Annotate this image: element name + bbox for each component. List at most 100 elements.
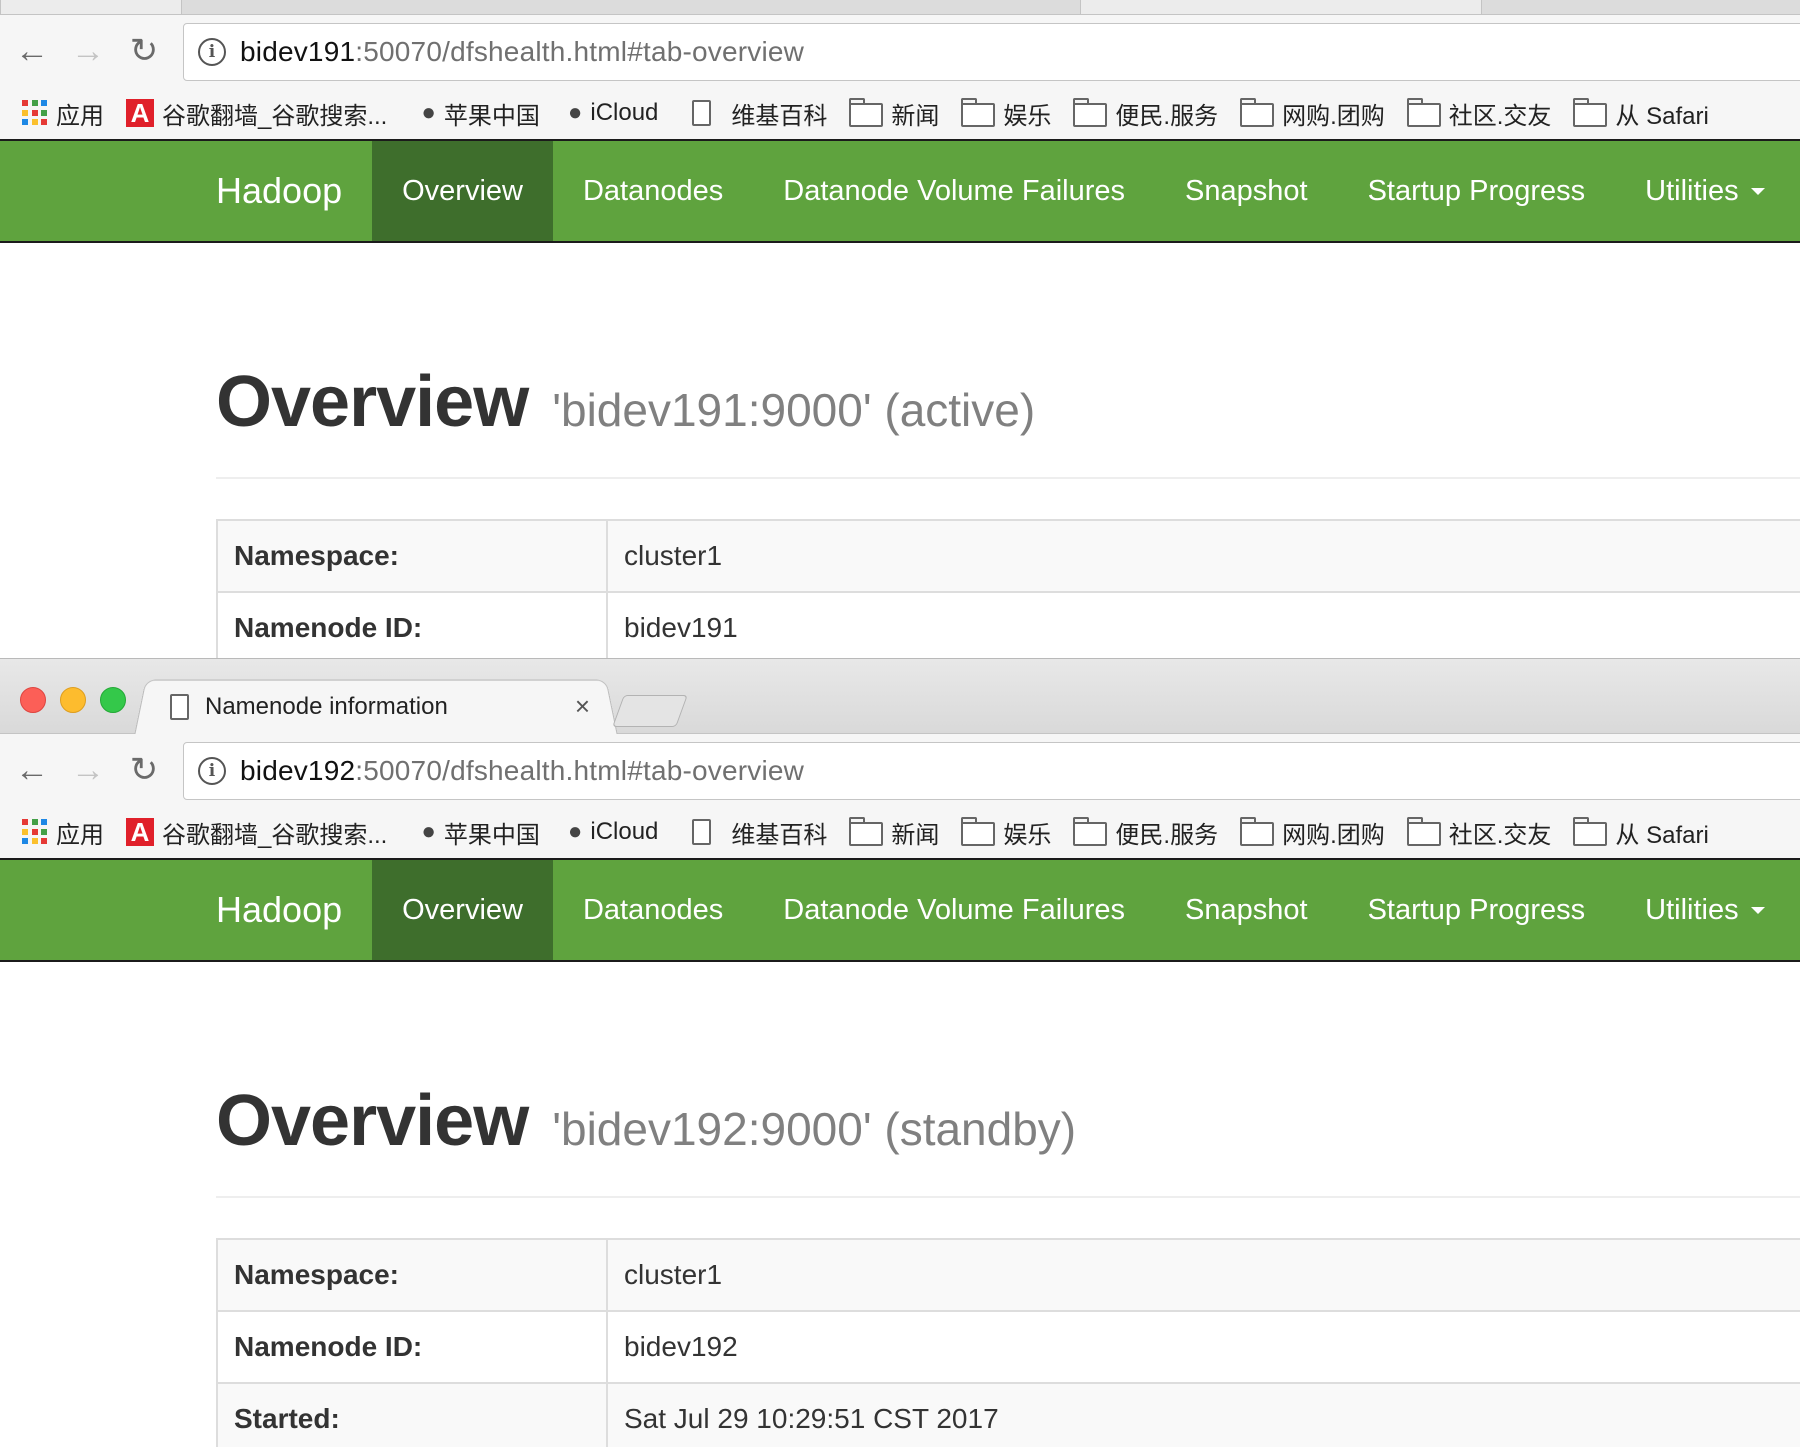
url-path: :50070/dfshealth.html#tab-overview: [355, 36, 805, 67]
table-row: Namespace: cluster1: [216, 1238, 1800, 1312]
folder-icon: [1240, 98, 1275, 127]
nav-startup-progress[interactable]: Startup Progress: [1338, 860, 1616, 960]
bookmark-folder-services[interactable]: 便民.服务: [1073, 815, 1218, 850]
bookmark-apps[interactable]: 应用: [22, 815, 104, 850]
browser-toolbar: ← → ↻ i bidev191:50070/dfshealth.html#ta…: [0, 15, 1800, 87]
bookmark-folder-news[interactable]: 新闻: [849, 815, 939, 850]
bookmark-google-proxy[interactable]: A 谷歌翻墙_谷歌搜索...: [126, 96, 387, 131]
overview-table: Namespace: cluster1 Namenode ID: bidev191: [216, 519, 1800, 660]
nav-datanodes[interactable]: Datanodes: [553, 141, 753, 241]
a-logo-icon: A: [126, 818, 154, 846]
overview-table: Namespace: cluster1 Namenode ID: bidev192 …: [216, 1238, 1800, 1447]
nav-utilities[interactable]: Utilities: [1615, 860, 1794, 960]
row-value: Sat Jul 29 10:29:51 CST 2017: [606, 1382, 1800, 1447]
browser-tab-1[interactable]: [0, 0, 182, 14]
bookmark-folder-community[interactable]: 社区.交友: [1406, 96, 1551, 131]
overview-section: Overview 'bidev192:9000' (standby) Names…: [0, 962, 1800, 1447]
nav-snapshot[interactable]: Snapshot: [1155, 860, 1338, 960]
bookmark-wikipedia[interactable]: 维基百科: [692, 96, 827, 131]
url-text[interactable]: bidev191:50070/dfshealth.html#tab-overvi…: [240, 36, 804, 68]
folder-icon: [961, 98, 996, 127]
bookmark-label: 从 Safari: [1615, 821, 1709, 849]
address-bar[interactable]: i bidev192:50070/dfshealth.html#tab-over…: [183, 742, 1800, 800]
back-arrow-icon[interactable]: ←: [12, 750, 52, 790]
new-tab-button[interactable]: [612, 695, 688, 727]
bookmark-label: 网购.团购: [1282, 821, 1385, 849]
hadoop-brand[interactable]: Hadoop: [186, 860, 372, 960]
bookmark-folder-news[interactable]: 新闻: [849, 96, 939, 131]
nav-datanodes[interactable]: Datanodes: [553, 860, 753, 960]
minimize-window-button[interactable]: [60, 687, 86, 713]
reload-icon[interactable]: ↻: [124, 31, 164, 71]
nav-startup-progress[interactable]: Startup Progress: [1338, 141, 1616, 241]
folder-icon: [849, 817, 884, 846]
row-value: cluster1: [606, 519, 1800, 593]
bookmark-label: 从 Safari: [1615, 102, 1709, 130]
nav-snapshot[interactable]: Snapshot: [1155, 141, 1338, 241]
bookmark-folder-services[interactable]: 便民.服务: [1073, 96, 1218, 131]
tab-title: Namenode information: [205, 692, 448, 720]
bookmark-label: iCloud: [590, 818, 659, 845]
nav-utilities[interactable]: Utilities: [1615, 141, 1794, 241]
folder-icon: [961, 817, 996, 846]
folder-icon: [849, 98, 884, 127]
bookmark-folder-entertainment[interactable]: 娱乐: [961, 96, 1051, 131]
row-value: cluster1: [606, 1238, 1800, 1312]
folder-icon: [1073, 817, 1108, 846]
nav-overview[interactable]: Overview: [372, 860, 553, 960]
bookmark-wikipedia[interactable]: 维基百科: [692, 815, 827, 850]
info-icon[interactable]: i: [198, 38, 226, 66]
bookmark-folder-safari[interactable]: 从 Safari: [1573, 815, 1709, 850]
hadoop-navbar: Hadoop Overview Datanodes Datanode Volum…: [0, 860, 1800, 962]
bookmark-label: 谷歌翻墙_谷歌搜索...: [162, 102, 388, 130]
info-icon[interactable]: i: [198, 757, 226, 785]
nav-datanode-volume-failures[interactable]: Datanode Volume Failures: [753, 860, 1155, 960]
bookmark-icloud[interactable]: ● iCloud: [568, 818, 659, 846]
bookmark-label: iCloud: [590, 99, 659, 126]
reload-icon[interactable]: ↻: [124, 750, 164, 790]
url-text[interactable]: bidev192:50070/dfshealth.html#tab-overvi…: [240, 755, 804, 787]
table-row: Namenode ID: bidev192: [216, 1310, 1800, 1384]
nav-datanode-volume-failures[interactable]: Datanode Volume Failures: [753, 141, 1155, 241]
close-icon[interactable]: ×: [575, 691, 590, 722]
bookmark-icloud[interactable]: ● iCloud: [568, 99, 659, 127]
bookmark-label: 维基百科: [731, 102, 828, 130]
bookmark-google-proxy[interactable]: A 谷歌翻墙_谷歌搜索...: [126, 815, 387, 850]
bookmark-folder-safari[interactable]: 从 Safari: [1573, 96, 1709, 131]
address-bar[interactable]: i bidev191:50070/dfshealth.html#tab-over…: [183, 23, 1800, 81]
bookmark-folder-community[interactable]: 社区.交友: [1406, 815, 1551, 850]
browser-tab-content[interactable]: Namenode information ×: [170, 679, 600, 734]
zoom-window-button[interactable]: [100, 687, 126, 713]
table-row: Namespace: cluster1: [216, 519, 1800, 593]
hadoop-brand[interactable]: Hadoop: [186, 141, 372, 241]
page-header: Overview 'bidev191:9000' (active): [216, 361, 1800, 479]
page-subtitle: 'bidev191:9000' (active): [552, 384, 1036, 436]
bookmark-folder-shopping[interactable]: 网购.团购: [1240, 815, 1385, 850]
bookmark-label: 娱乐: [1003, 821, 1052, 849]
table-row: Namenode ID: bidev191: [216, 591, 1800, 660]
folder-icon: [1573, 98, 1608, 127]
nav-overview[interactable]: Overview: [372, 141, 553, 241]
bookmark-folder-shopping[interactable]: 网购.团购: [1240, 96, 1385, 131]
forward-arrow-icon[interactable]: →: [68, 750, 108, 790]
tab-strip: [0, 0, 1800, 15]
forward-arrow-icon[interactable]: →: [68, 31, 108, 71]
caret-down-icon: [1750, 906, 1765, 914]
bookmark-label: 苹果中国: [443, 821, 540, 849]
row-key: Namespace:: [216, 1238, 608, 1312]
folder-icon: [1573, 817, 1608, 846]
bookmark-folder-entertainment[interactable]: 娱乐: [961, 815, 1051, 850]
bookmark-label: 便民.服务: [1115, 102, 1219, 130]
bookmark-label: 维基百科: [731, 821, 828, 849]
bookmark-label: 新闻: [891, 102, 940, 130]
bookmark-apple-china[interactable]: ● 苹果中国: [421, 96, 540, 131]
table-row: Started: Sat Jul 29 10:29:51 CST 2017: [216, 1382, 1800, 1447]
back-arrow-icon[interactable]: ←: [12, 31, 52, 71]
browser-tab-2[interactable]: [1080, 0, 1482, 14]
close-window-button[interactable]: [20, 687, 46, 713]
bookmark-apps[interactable]: 应用: [22, 96, 104, 131]
bookmark-apple-china[interactable]: ● 苹果中国: [421, 815, 540, 850]
url-host: bidev192: [240, 755, 356, 786]
apple-icon: ●: [567, 818, 583, 845]
apple-icon: ●: [567, 99, 583, 126]
